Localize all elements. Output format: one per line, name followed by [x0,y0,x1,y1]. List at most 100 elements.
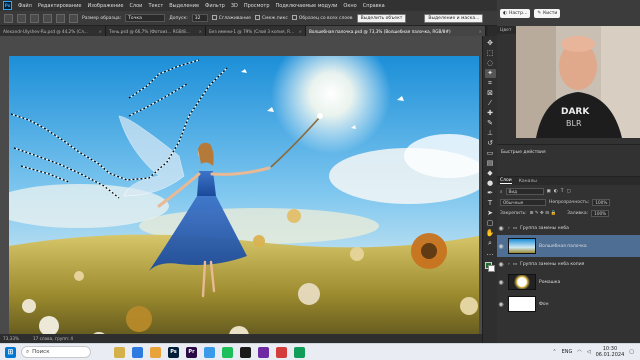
quick-actions-title[interactable]: Быстрые действия [501,150,546,155]
blend-mode-select[interactable]: Обычные [500,199,546,206]
contiguous-checkbox[interactable]: Смеж.пикс [254,15,288,21]
subtract-selection-button[interactable] [56,13,65,23]
brush-tool-icon[interactable]: ✎ [485,119,496,128]
taskbar-app-icon[interactable] [204,346,215,358]
start-button[interactable]: ⊞ [5,346,16,358]
home-button[interactable] [4,13,13,23]
magic-wand-preset-button[interactable] [17,13,26,23]
shape-tool-icon[interactable]: ▢ [485,219,496,228]
layer-group[interactable]: ◉ › ▭ Группа замены неба копия [497,259,640,270]
taskbar-app-icon[interactable] [114,346,125,358]
doc-info[interactable]: 17 слова, групп: 4 [33,336,73,341]
layer-row[interactable]: ◉ Фон [497,293,640,315]
menu-item[interactable]: Справка [363,3,385,9]
menu-item[interactable]: Текст [148,3,163,9]
taskbar-app-icon[interactable]: Pr [186,346,197,358]
top-tool-button[interactable]: ◐ Настр... [500,8,531,18]
panel-tab[interactable]: Каналы [519,179,537,184]
select-subject-button[interactable]: Выделить объект [356,13,407,23]
new-selection-button[interactable] [30,13,39,23]
healing-brush-icon[interactable]: ✚ [485,109,496,118]
eye-icon[interactable]: ◉ [497,301,505,308]
document-tab[interactable]: Без имени-1 @ 79% (Слой 3 копия, RG... × [206,26,306,36]
chevron-right-icon[interactable]: › [508,226,510,231]
language-indicator[interactable]: ENG [562,349,573,355]
notification-icon[interactable]: ▢ [629,349,634,355]
panel-tab[interactable]: Слои [500,178,512,184]
close-icon[interactable]: × [298,29,302,34]
select-and-mask-button[interactable]: Выделение и маска... [424,13,484,23]
menu-item[interactable]: Окно [343,3,356,9]
close-icon[interactable]: × [198,29,202,34]
sample-size-select[interactable]: Точка [125,14,166,22]
eraser-tool-icon[interactable]: ▭ [485,149,496,158]
filter-pixel-icon[interactable]: ▣ [547,189,551,194]
filter-type-icon[interactable]: T [561,189,564,194]
menu-item[interactable]: Слои [129,3,142,9]
eye-icon[interactable]: ◉ [497,243,505,250]
menu-item[interactable]: Редактирование [38,3,82,9]
document-tab[interactable]: Alexandr-Ulyshev-Ru.psd @ 44,2% (Сл... × [0,26,106,36]
eyedropper-tool-icon[interactable]: ⁄ [485,99,496,108]
chevron-right-icon[interactable]: › [508,262,510,267]
eye-icon[interactable]: ◉ [497,279,505,286]
menu-item[interactable]: Просмотр [244,3,270,9]
top-tool-button[interactable]: ✎ Кисти [534,8,561,18]
taskbar-search[interactable]: ⌕ Поиск [21,346,91,358]
antialias-checkbox[interactable]: Сглаживание [211,15,251,21]
crop-tool-icon[interactable]: ⌗ [485,79,496,88]
close-icon[interactable]: × [478,29,482,34]
marquee-tool-icon[interactable]: ⬚ [485,49,496,58]
taskbar-app-icon[interactable]: Ps [168,346,179,358]
history-brush-icon[interactable]: ↺ [485,139,496,148]
close-icon[interactable]: × [98,29,102,34]
clock[interactable]: 10:30 06.01.2024 [596,346,625,358]
taskbar-app-icon[interactable] [240,346,251,358]
frame-tool-icon[interactable]: ⊠ [485,89,496,98]
more-tools-icon[interactable]: … [485,249,496,258]
type-tool-icon[interactable]: T [485,199,496,208]
document-canvas[interactable] [9,56,479,356]
menu-item[interactable]: Фильтр [205,3,225,9]
taskbar-app-icon[interactable] [150,346,161,358]
filter-shape-icon[interactable]: ▢ [566,189,570,194]
all-layers-checkbox[interactable]: Образец со всех слоев [291,15,353,21]
eye-icon[interactable]: ◉ [497,225,505,232]
hand-tool-icon[interactable]: ✋ [485,229,496,238]
wifi-icon[interactable]: ◠ [577,349,581,355]
zoom-level[interactable]: 73,33% [3,336,19,341]
taskbar-app-icon[interactable] [294,346,305,358]
canvas-area[interactable] [0,36,482,356]
layer-row[interactable]: ◉ Ромашка [497,271,640,293]
opacity-input[interactable]: 100% [592,199,611,206]
document-tab[interactable]: Тень.psd @ 66,7% (Фотоиз... RGB/8... × [106,26,206,36]
stamp-tool-icon[interactable]: ⊥ [485,129,496,138]
move-tool-icon[interactable]: ✥ [485,39,496,48]
magic-wand-tool-icon[interactable]: ✦ [484,69,496,78]
intersect-selection-button[interactable] [69,13,78,23]
zoom-tool-icon[interactable]: ⌕ [485,239,496,248]
taskbar-app-icon[interactable] [258,346,269,358]
path-selection-icon[interactable]: ➤ [485,209,496,218]
layer-group[interactable]: ◉ › ▭ Группа замены неба [497,223,640,234]
menu-item[interactable]: Файл [18,3,32,9]
taskbar-app-icon[interactable] [132,346,143,358]
gradient-tool-icon[interactable]: ▤ [485,159,496,168]
add-selection-button[interactable] [43,13,52,23]
eye-icon[interactable]: ◉ [497,261,505,268]
color-swatches[interactable] [485,262,495,272]
taskbar-app-icon[interactable] [276,346,287,358]
taskbar-app-icon[interactable] [222,346,233,358]
blur-tool-icon[interactable]: ◆ [485,169,496,178]
tolerance-input[interactable]: 32 [191,14,208,22]
chevron-up-icon[interactable]: ⌃ [552,349,556,355]
panel-tab[interactable]: Цвет [500,28,512,33]
dodge-tool-icon[interactable]: ● [485,179,496,188]
menu-item[interactable]: Подключаемые модули [276,3,338,9]
filter-adjust-icon[interactable]: ◐ [554,189,558,194]
lock-icon[interactable]: ⊞ ✎ ✥ ⊟ 🔒 [530,211,556,216]
fill-input[interactable]: 100% [591,210,610,217]
background-color[interactable] [488,265,495,272]
layer-row[interactable]: ◉ Волшебная палочка [497,235,640,257]
menu-item[interactable]: 3D [231,3,238,9]
